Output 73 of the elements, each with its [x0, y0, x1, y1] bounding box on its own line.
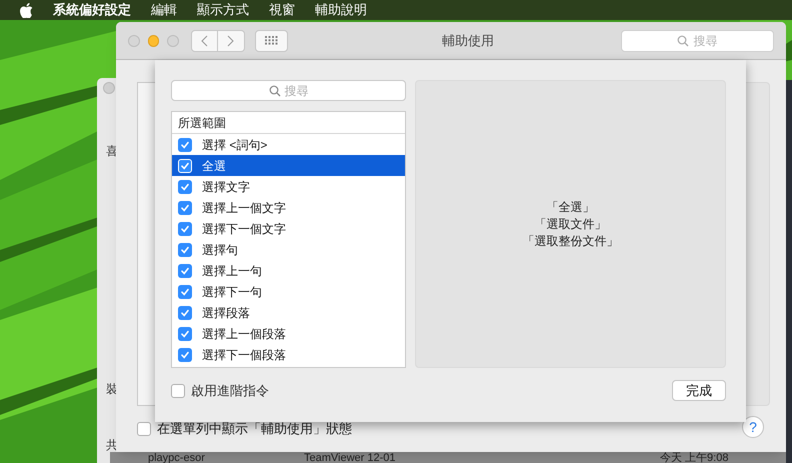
list-row[interactable]: 選擇文字 — [172, 176, 405, 197]
checkbox[interactable] — [171, 384, 185, 398]
command-label: 選擇下一個段落 — [202, 346, 286, 364]
list-row[interactable]: 選擇下一個段落 — [172, 344, 405, 365]
checkbox[interactable] — [137, 422, 151, 436]
section-label: 喜 — [106, 143, 119, 160]
phrase-text: 「選取文件」 — [534, 216, 606, 232]
check-icon — [180, 160, 190, 170]
chevron-left-icon — [200, 34, 208, 46]
command-label: 選擇下一句 — [202, 284, 262, 300]
search-icon — [677, 34, 690, 46]
check-icon — [180, 202, 190, 212]
list-row[interactable]: 全選 — [172, 155, 405, 176]
back-button[interactable] — [190, 30, 218, 52]
grid-icon — [264, 36, 278, 45]
check-icon — [180, 182, 190, 192]
checkbox[interactable] — [178, 264, 192, 278]
list-row[interactable]: 選擇上一個文字 — [172, 197, 405, 218]
check-icon — [180, 328, 190, 338]
check-icon — [180, 308, 190, 318]
command-label: 選擇上一個文字 — [202, 200, 286, 216]
list-row[interactable]: 選擇 <詞句> — [172, 134, 405, 155]
window-title: 輔助使用 — [442, 32, 496, 50]
phrase-text: 「全選」 — [546, 198, 594, 216]
phrase-text: 「選取整份文件」 — [522, 232, 618, 250]
list-row[interactable]: 選擇上一個段落 — [172, 323, 405, 344]
list-row[interactable]: 選擇上一句 — [172, 260, 405, 281]
help-button[interactable]: ? — [742, 416, 764, 438]
checkbox[interactable] — [178, 306, 192, 320]
checkbox[interactable] — [178, 138, 192, 152]
apple-icon[interactable] — [20, 2, 33, 18]
command-label: 全選 — [202, 158, 226, 174]
command-label: 選擇文字 — [202, 178, 250, 196]
check-icon — [180, 224, 190, 234]
file-date: 今天 上午9:08 — [660, 452, 728, 463]
command-label: 選擇 <詞句> — [202, 136, 268, 154]
checkbox[interactable] — [178, 284, 192, 298]
minimize-button[interactable] — [148, 34, 160, 46]
checkbox[interactable] — [178, 200, 192, 214]
command-label: 選擇上一個段落 — [202, 326, 286, 342]
check-icon — [180, 350, 190, 360]
list-row[interactable]: 選擇下一個文字 — [172, 218, 405, 239]
chevron-right-icon — [227, 34, 234, 46]
checkbox[interactable] — [178, 180, 192, 194]
list-row[interactable]: 選擇段落 — [172, 302, 405, 323]
menu-item[interactable]: 視窗 — [269, 0, 295, 20]
menu-item[interactable]: 顯示方式 — [197, 0, 249, 20]
checkbox[interactable] — [178, 326, 192, 340]
checkbox[interactable] — [178, 348, 192, 362]
command-label: 選擇句 — [202, 242, 238, 258]
column-header: 所選範圍 — [172, 112, 405, 134]
file-name: playpc-esor — [148, 452, 206, 463]
command-label: 選擇上一句 — [202, 262, 262, 280]
check-icon — [180, 266, 190, 276]
command-label: 選擇段落 — [202, 304, 250, 322]
list-row[interactable]: 選擇下一句 — [172, 281, 405, 302]
check-icon — [180, 286, 190, 296]
file-kind: TeamViewer 12-01 — [304, 452, 397, 463]
list-row[interactable]: 選擇句 — [172, 239, 405, 260]
done-button[interactable]: 完成 — [672, 380, 726, 401]
check-icon — [180, 140, 190, 150]
check-icon — [180, 244, 190, 254]
forward-button[interactable] — [218, 30, 245, 52]
checkbox-label: 啟用進階指令 — [191, 382, 269, 400]
search-icon — [268, 84, 280, 96]
menu-item[interactable]: 系統偏好設定 — [53, 0, 131, 20]
show-all-button[interactable] — [254, 30, 288, 52]
checkbox[interactable] — [178, 242, 192, 256]
checkbox[interactable] — [178, 222, 192, 236]
command-label: 選擇下一個文字 — [202, 220, 286, 238]
menu-item[interactable]: 輔助說明 — [315, 0, 367, 20]
menu-item[interactable]: 編輯 — [151, 0, 177, 20]
checkbox-label: 在選單列中顯示「輔助使用」狀態 — [157, 420, 352, 438]
